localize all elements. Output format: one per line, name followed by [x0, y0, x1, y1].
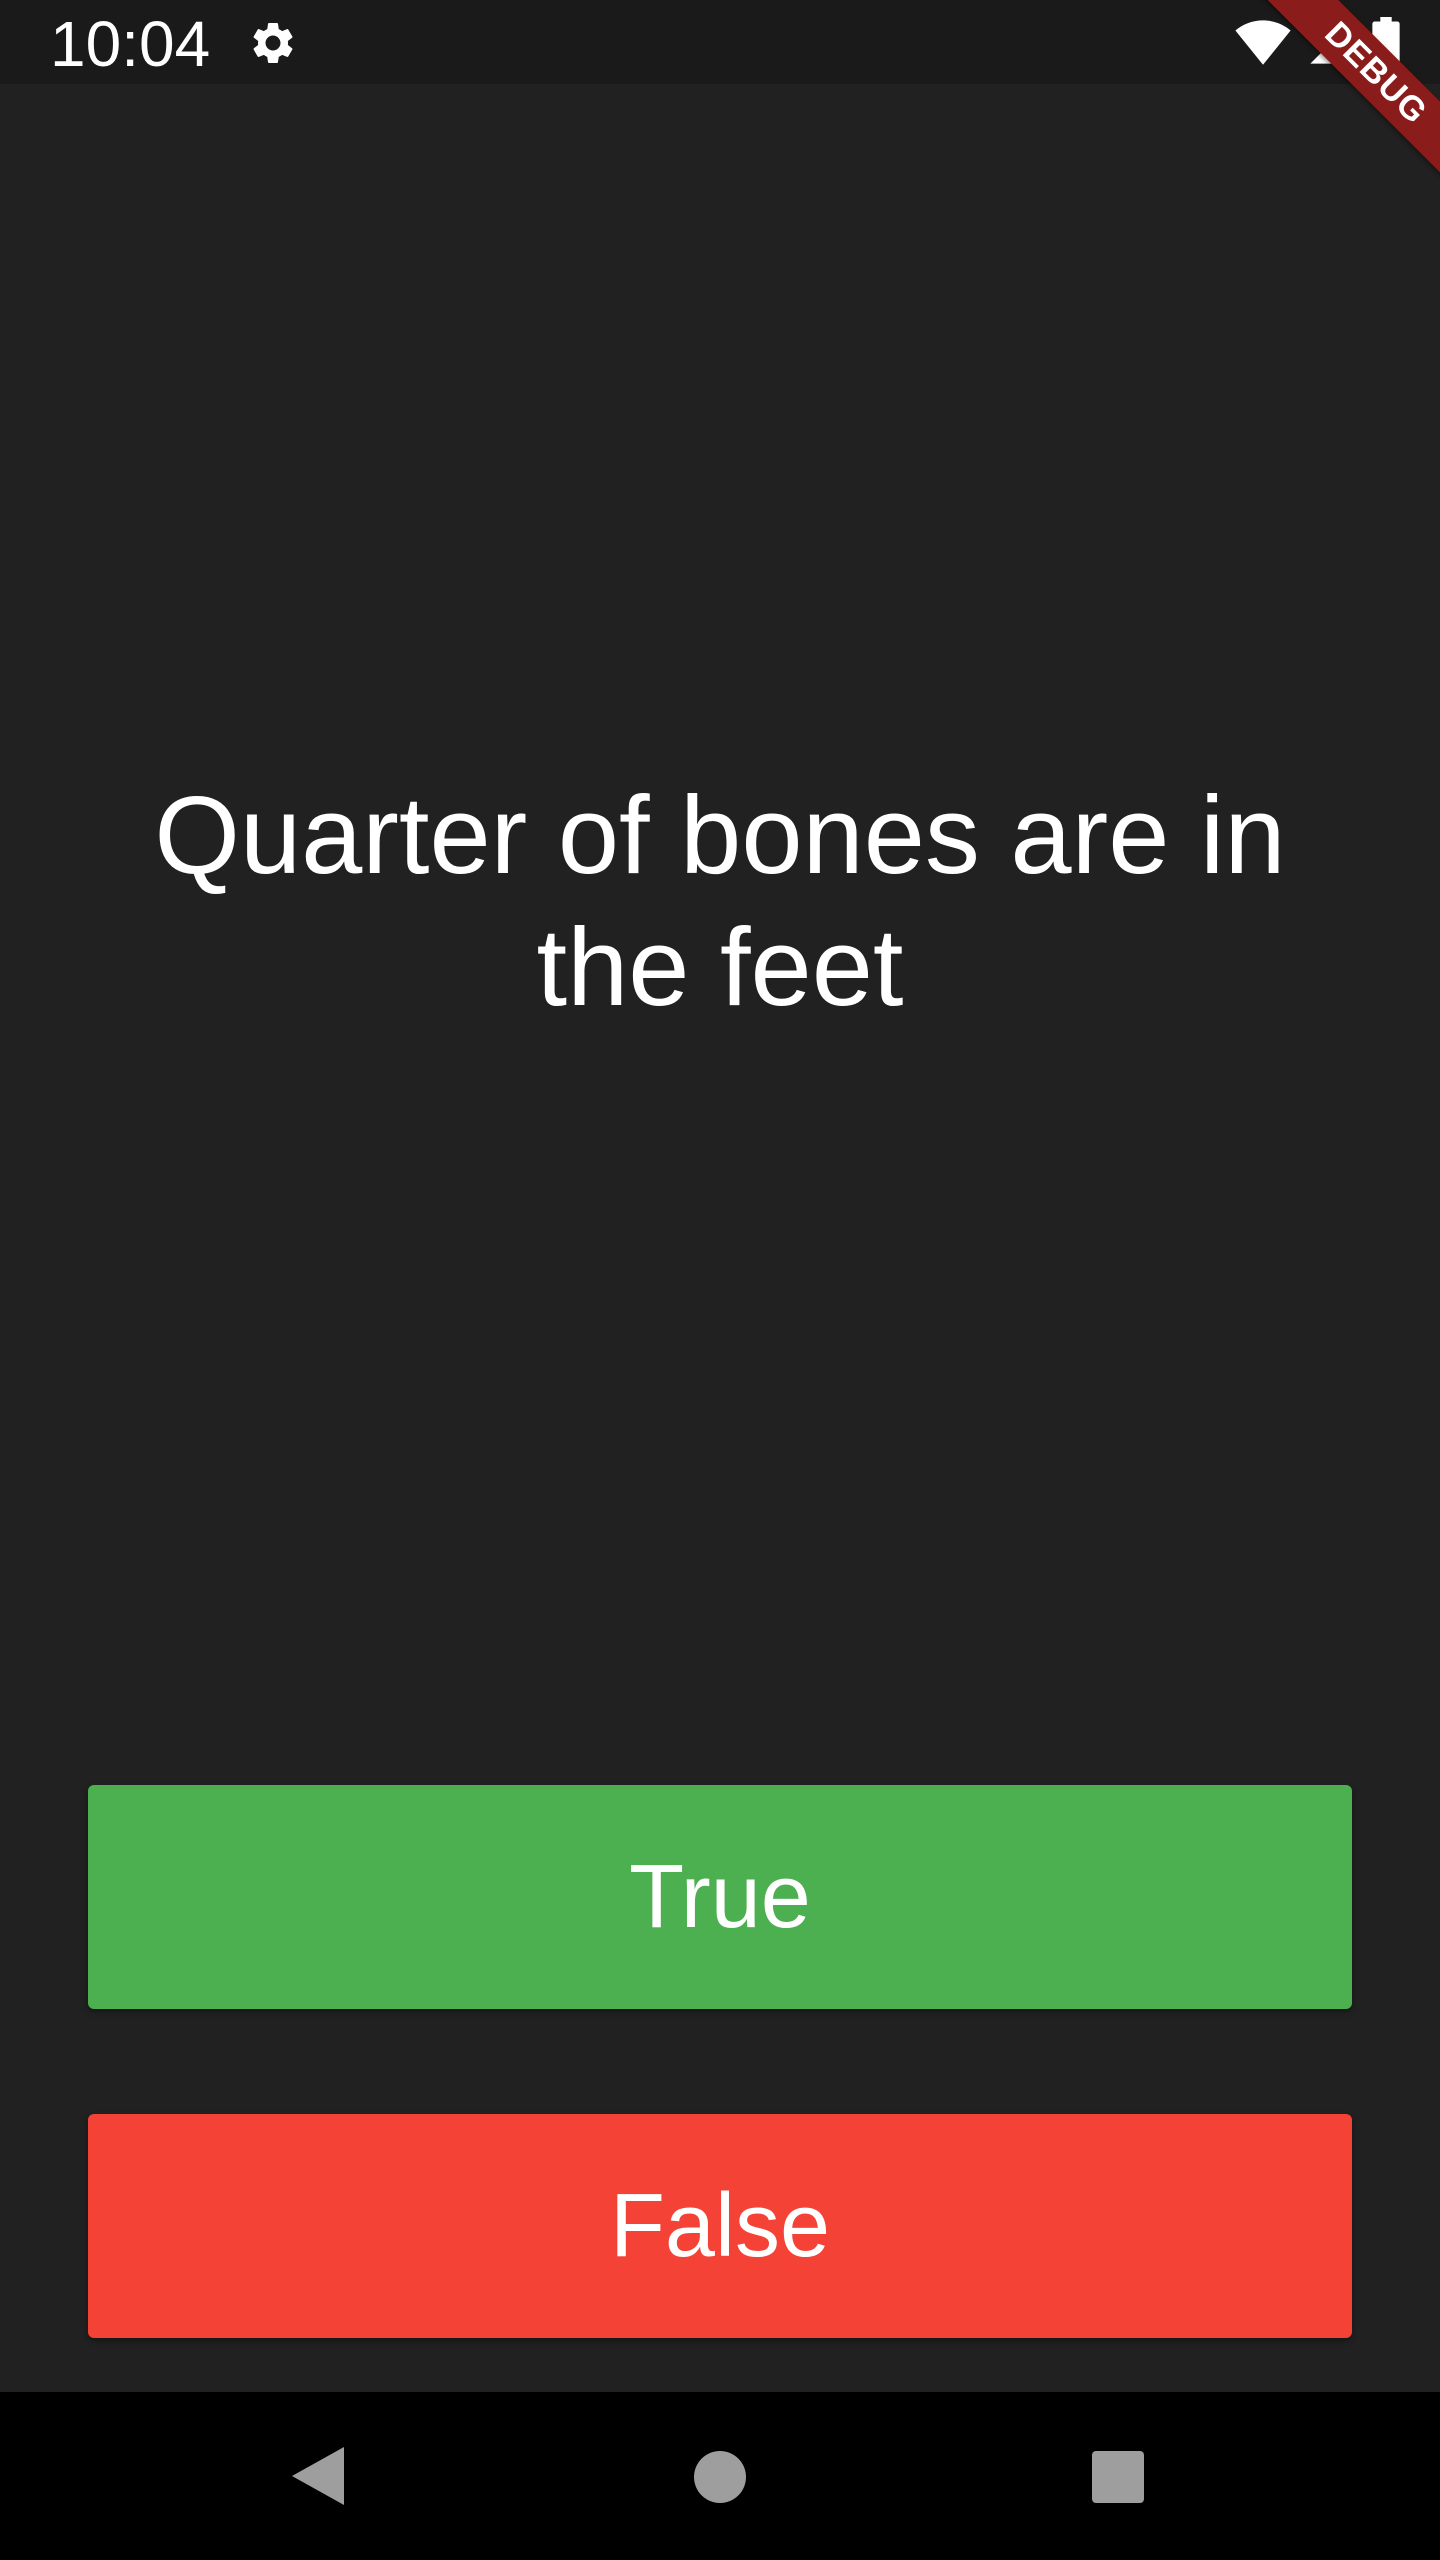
- true-button[interactable]: True: [88, 1785, 1352, 2009]
- recents-icon[interactable]: [1092, 2451, 1144, 2503]
- home-icon[interactable]: [694, 2451, 746, 2503]
- navigation-bar: [0, 2392, 1440, 2560]
- wifi-icon: [1235, 20, 1291, 65]
- true-button-label: True: [629, 1846, 811, 1947]
- question-area: Quarter of bones are in the feet: [120, 770, 1320, 1034]
- false-button[interactable]: False: [88, 2114, 1352, 2338]
- status-bar: 10:04: [0, 0, 1440, 84]
- quiz-screen: 10:04 DEBUG Quarter of bones are in the …: [0, 0, 1440, 2560]
- status-time: 10:04: [50, 8, 211, 80]
- question-text: Quarter of bones are in the feet: [154, 774, 1286, 1029]
- false-button-label: False: [609, 2175, 831, 2276]
- gear-icon: [253, 22, 293, 63]
- back-icon[interactable]: [290, 2445, 346, 2507]
